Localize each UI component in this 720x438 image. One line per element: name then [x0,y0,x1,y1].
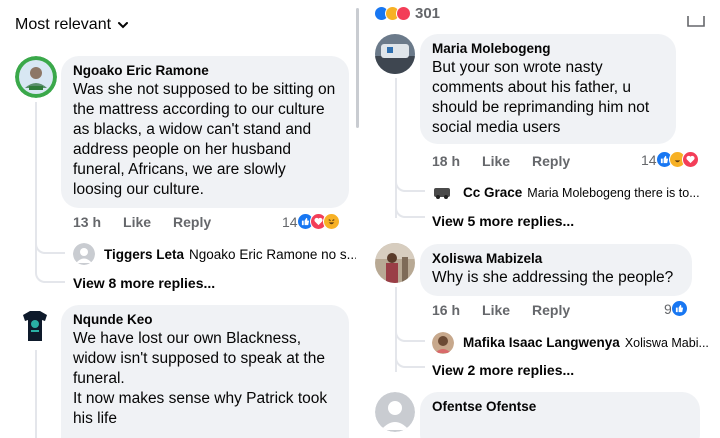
comment-bubble: Nqunde Keo We have lost our own Blacknes… [61,305,349,438]
reply-button[interactable]: Reply [532,302,570,318]
reply-text: Ngoako Eric Ramone no s... [189,247,356,262]
reply-preview[interactable]: Tiggers Leta Ngoako Eric Ramone no s... [104,247,356,262]
haha-react-icon [322,213,340,230]
reply-avatar[interactable] [73,243,95,265]
comment-time[interactable]: 18 h [432,153,460,169]
comment-actions: 16 h Like Reply [432,302,592,318]
avatar[interactable] [15,56,57,98]
like-button[interactable]: Like [482,153,510,169]
reply-avatar[interactable] [432,182,452,202]
comment-bubble: Maria Molebogeng But your son wrote nast… [420,34,676,144]
left-comments-column: Most relevant Ngoako Eric Ramone Was she… [0,0,356,438]
reply-avatar[interactable] [432,332,454,354]
reply-author[interactable]: Tiggers Leta [104,247,184,262]
sort-label: Most relevant [15,16,112,33]
reply-author[interactable]: Cc Grace [463,185,522,200]
reply-connector [35,230,65,254]
comment-bubble: Ngoako Eric Ramone Was she not supposed … [61,56,349,208]
comment-time[interactable]: 16 h [432,302,460,318]
avatar[interactable] [375,243,415,283]
comment-text: We have lost our own Blackness, widow is… [73,330,328,427]
comment-actions: 18 h Like Reply [432,153,592,169]
reply-preview[interactable]: Mafika Isaac Langwenya Xoliswa Mabi... [463,335,709,350]
commenter-name[interactable]: Maria Molebogeng [432,41,664,56]
reply-connector [35,257,65,283]
right-comments-column: 301 Maria Molebogeng But your son wrote … [362,0,720,438]
commenter-name[interactable]: Ofentse Ofentse [432,399,688,414]
like-button[interactable]: Like [123,214,151,230]
love-react-icon [681,151,699,168]
scrollbar[interactable] [356,8,359,128]
thread-line [35,350,37,438]
comment-bubble: Ofentse Ofentse [420,392,700,438]
post-reactions-summary[interactable]: 301 [374,5,440,22]
comment-text: Was she not supposed to be sitting on th… [73,81,336,198]
reaction-total: 301 [415,5,441,22]
like-button[interactable]: Like [482,302,510,318]
commenter-name[interactable]: Ngoako Eric Ramone [73,63,337,78]
comment-bubble: Xoliswa Mabizela Why is she addressing t… [420,244,692,296]
reply-preview[interactable]: Cc Grace Maria Molebogeng there is to... [463,185,700,200]
chevron-down-icon [118,22,129,29]
reactions[interactable]: 14 [282,213,340,230]
reply-connector [395,170,425,192]
comment-actions: 13 h Like Reply [73,214,233,230]
avatar[interactable] [15,305,55,345]
reply-text: Maria Molebogeng there is to... [527,185,700,200]
like-react-icon [670,300,688,317]
reply-connector [395,318,425,342]
reply-button[interactable]: Reply [532,153,570,169]
love-react-icon [396,6,411,21]
reaction-count: 14 [641,151,657,168]
reply-connector [395,192,425,218]
share-icon[interactable] [686,14,706,28]
reply-button[interactable]: Reply [173,214,211,230]
avatar[interactable] [375,34,415,74]
reply-text: Xoliswa Mabi... [624,335,709,350]
comment-time[interactable]: 13 h [73,214,101,230]
commenter-name[interactable]: Nqunde Keo [73,312,337,327]
view-more-replies[interactable]: View 2 more replies... [432,362,574,378]
avatar[interactable] [375,392,415,432]
reactions[interactable]: 14 [641,151,699,168]
reactions[interactable]: 9 [664,300,688,317]
comment-text: But your son wrote nasty comments about … [432,59,650,136]
comment-text: Why is she addressing the people? [432,269,674,286]
reply-connector [395,342,425,368]
view-more-replies[interactable]: View 5 more replies... [432,213,574,229]
sort-dropdown[interactable]: Most relevant [15,16,129,34]
commenter-name[interactable]: Xoliswa Mabizela [432,251,680,266]
reply-author[interactable]: Mafika Isaac Langwenya [463,335,620,350]
view-more-replies[interactable]: View 8 more replies... [73,275,215,291]
reaction-count: 14 [282,213,298,230]
